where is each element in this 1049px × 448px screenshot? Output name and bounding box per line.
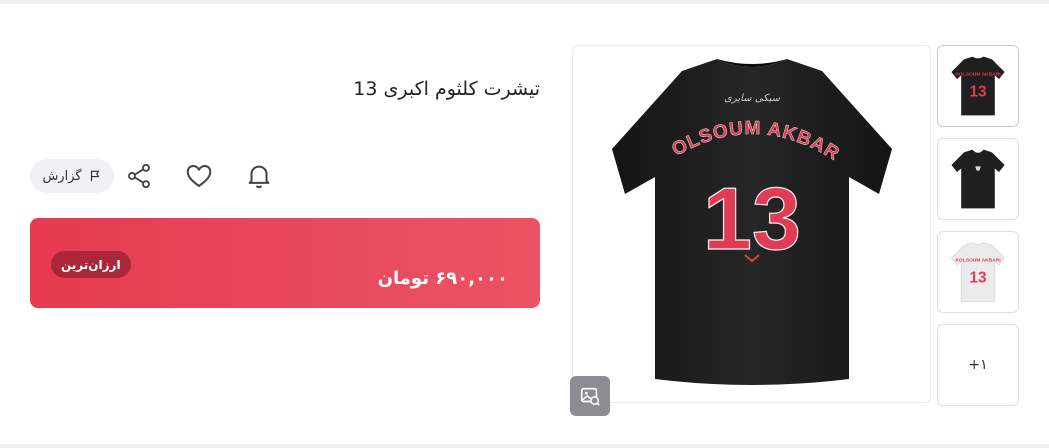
tshirt-main-image: سیکی سایری KOLSOUM AKBARI 13 bbox=[587, 49, 892, 385]
share-button[interactable] bbox=[122, 159, 156, 193]
price-box[interactable]: ارزان‌ترین ۶۹۰,۰۰۰ تومان bbox=[30, 218, 540, 308]
thumbnail-more[interactable]: +۱ bbox=[937, 324, 1019, 406]
cheapest-badge: ارزان‌ترین bbox=[51, 251, 131, 278]
flag-icon bbox=[90, 170, 99, 182]
tshirt-back-thumb-image: KOLSOUM AKBARI 13 bbox=[951, 56, 1005, 116]
image-gallery-button[interactable] bbox=[570, 376, 610, 416]
heart-icon bbox=[186, 165, 212, 187]
product-title: تیشرت کلثوم اکبری 13 bbox=[353, 78, 540, 100]
share-icon bbox=[128, 163, 150, 189]
image-gallery-icon bbox=[580, 387, 600, 406]
report-button[interactable]: گزارش bbox=[30, 159, 114, 193]
svg-text:KOLSOUM AKBARI: KOLSOUM AKBARI bbox=[955, 258, 1001, 264]
tshirt-white-thumb-image: KOLSOUM AKBARI 13 bbox=[950, 242, 1006, 302]
thumbnail-back-white[interactable]: KOLSOUM AKBARI 13 bbox=[937, 231, 1019, 313]
jersey-number-print: 13 bbox=[703, 169, 801, 268]
notify-button[interactable] bbox=[242, 159, 276, 193]
more-images-count: +۱ bbox=[968, 357, 988, 373]
product-card: KOLSOUM AKBARI 13 KOLSOUM AKBARI 13 +۱ س… bbox=[0, 4, 1049, 444]
bell-icon bbox=[248, 165, 270, 189]
tshirt-front-thumb-image bbox=[951, 149, 1005, 209]
main-product-image[interactable]: سیکی سایری KOLSOUM AKBARI 13 bbox=[572, 45, 931, 403]
svg-text:13: 13 bbox=[969, 270, 986, 287]
svg-text:KOLSOUM AKBARI: KOLSOUM AKBARI bbox=[955, 72, 1001, 78]
jersey-signature: سیکی سایری bbox=[724, 93, 781, 104]
report-label: گزارش bbox=[42, 168, 82, 184]
thumbnail-back-black[interactable]: KOLSOUM AKBARI 13 bbox=[937, 45, 1019, 127]
favorite-button[interactable] bbox=[182, 159, 216, 193]
thumbnail-front-black[interactable] bbox=[937, 138, 1019, 220]
product-price: ۶۹۰,۰۰۰ تومان bbox=[377, 268, 508, 289]
svg-text:13: 13 bbox=[969, 84, 986, 101]
